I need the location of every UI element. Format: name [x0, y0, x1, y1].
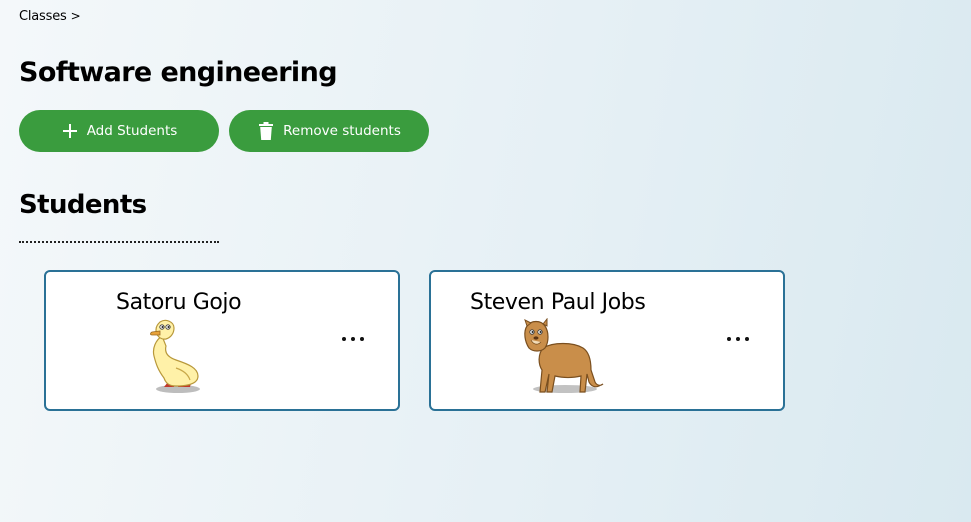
remove-students-label: Remove students [283, 123, 401, 139]
page-title: Software engineering [19, 57, 338, 88]
add-students-label: Add Students [86, 123, 178, 139]
student-card[interactable]: Satoru Gojo [44, 270, 400, 411]
section-divider [19, 241, 219, 243]
more-options-icon[interactable] [727, 332, 749, 346]
plus-icon [61, 122, 79, 140]
breadcrumb-item-classes[interactable]: Classes [19, 9, 67, 24]
student-name: Steven Paul Jobs [470, 290, 646, 315]
student-card[interactable]: Steven Paul Jobs [429, 270, 785, 411]
remove-students-button[interactable]: Remove students [229, 110, 429, 152]
more-options-icon[interactable] [342, 332, 364, 346]
add-students-button[interactable]: Add Students [19, 110, 219, 152]
student-name: Satoru Gojo [116, 290, 242, 315]
duck-avatar [150, 318, 202, 398]
breadcrumb-separator: > [70, 9, 81, 23]
puma-avatar [521, 317, 605, 398]
students-heading: Students [19, 190, 147, 220]
breadcrumb: Classes > [19, 9, 81, 24]
trash-icon [257, 122, 275, 140]
